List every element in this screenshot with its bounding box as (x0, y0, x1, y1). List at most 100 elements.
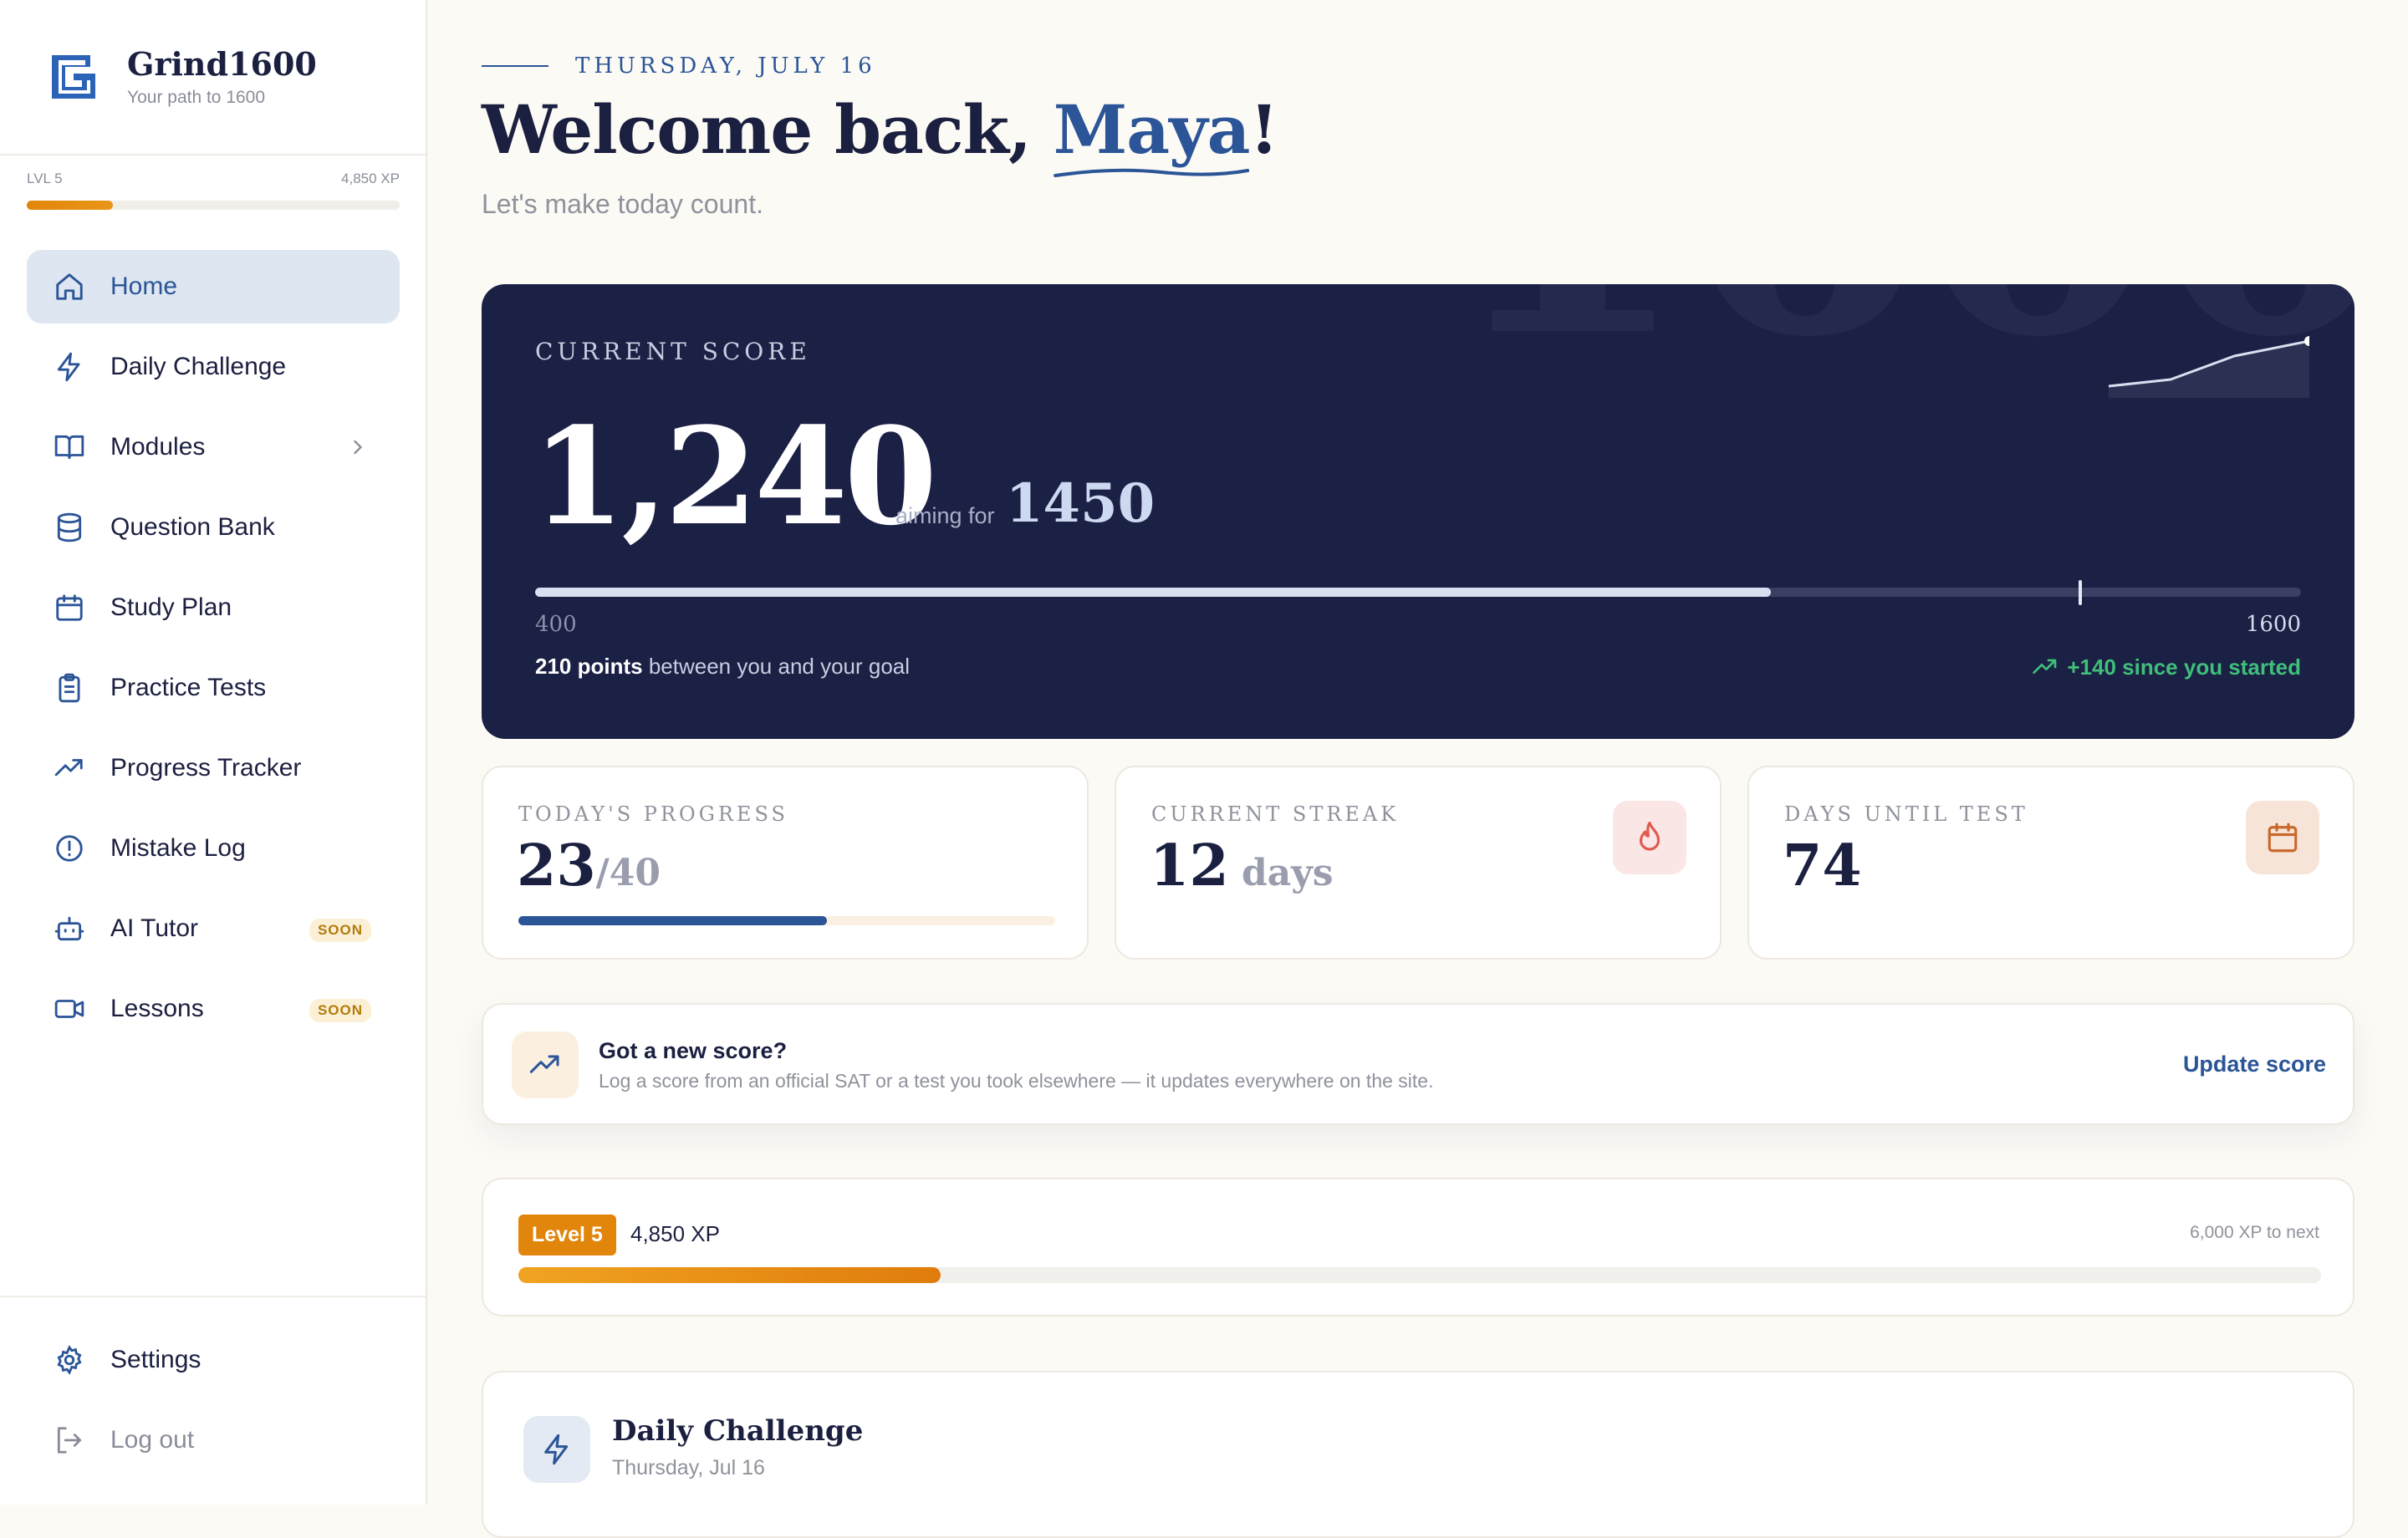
sidebar-item-label: Question Bank (110, 513, 275, 541)
chevron-right-icon[interactable] (346, 435, 370, 459)
todays-progress-card[interactable]: TODAY'S PROGRESS 23/40 (482, 766, 1089, 960)
date-header: THURSDAY, JULY 16 (482, 53, 876, 79)
sidebar-bottom-divider (0, 1296, 426, 1297)
welcome-prefix: Welcome back, (482, 90, 1054, 169)
soon-badge: SOON (309, 999, 371, 1022)
progress-done: 23 (517, 833, 596, 899)
logo-icon (52, 55, 95, 99)
sidebar-item-lessons[interactable]: Lessons SOON (27, 972, 400, 1046)
sidebar-item-label: Study Plan (110, 593, 232, 621)
current-score-card: 1600 CURRENT SCORE 1,240 aiming for 1450… (482, 284, 2354, 739)
video-icon (54, 993, 85, 1025)
sidebar-level-xp: 4,850 XP (341, 171, 400, 186)
daily-challenge-date: Thursday, Jul 16 (612, 1456, 765, 1479)
points-to-goal: 210 points between you and your goal (535, 654, 910, 680)
xp-to-next: 6,000 XP to next (2190, 1223, 2319, 1242)
date-rule (482, 65, 548, 67)
sidebar-item-label: Home (110, 272, 178, 300)
level-badge: Level 5 (518, 1215, 616, 1255)
score-gain: +140 since you started (2032, 654, 2301, 680)
stat-label: TODAY'S PROGRESS (518, 802, 788, 826)
stat-value: 74 (1783, 833, 1862, 899)
sidebar: Grind1600 Your path to 1600 LVL 5 4,850 … (0, 0, 427, 1505)
underline-squiggle-icon (1053, 168, 1250, 177)
sidebar-item-label: Log out (110, 1426, 195, 1454)
score-min: 400 (535, 612, 577, 637)
points-to-goal-value: 210 points (535, 654, 643, 679)
xp-card: Level 5 4,850 XP 6,000 XP to next (482, 1178, 2354, 1316)
update-score-link[interactable]: Update score (2183, 1052, 2326, 1077)
sidebar-item-label: AI Tutor (110, 914, 199, 942)
streak-value: 12 (1150, 833, 1229, 899)
sidebar-item-label: Daily Challenge (110, 353, 287, 380)
calendar-icon (54, 592, 85, 624)
daily-challenge-title: Daily Challenge (612, 1414, 864, 1448)
page-subtitle: Let's make today count. (482, 189, 763, 219)
xp-progress-fill (518, 1267, 941, 1283)
welcome-suffix: ! (1249, 90, 1278, 169)
todays-progress-bar (518, 916, 1055, 925)
sidebar-item-logout[interactable]: Log out (27, 1403, 400, 1477)
days-until-test-card[interactable]: DAYS UNTIL TEST 74 (1747, 766, 2354, 960)
sidebar-nav: Home Daily Challenge Modules Question Ba… (27, 250, 400, 1052)
home-icon (54, 271, 85, 303)
sidebar-item-study-plan[interactable]: Study Plan (27, 571, 400, 644)
goal-marker (2079, 580, 2082, 605)
brand[interactable]: Grind1600 Your path to 1600 (40, 43, 317, 110)
sidebar-level-row: LVL 5 4,850 XP (27, 171, 400, 187)
soon-badge: SOON (309, 919, 371, 942)
score-progress-bar (535, 588, 2301, 597)
score-progress-fill (535, 588, 1772, 597)
clipboard-icon (54, 672, 85, 704)
new-score-description: Log a score from an official SAT or a te… (599, 1070, 1434, 1092)
calendar-icon (2246, 801, 2319, 874)
stat-label: DAYS UNTIL TEST (1784, 802, 2028, 826)
sidebar-bottom-nav: Settings Log out (27, 1323, 400, 1484)
sidebar-item-label: Progress Tracker (110, 754, 302, 782)
sidebar-item-daily-challenge[interactable]: Daily Challenge (27, 330, 400, 404)
points-to-goal-text: between you and your goal (642, 654, 911, 679)
stat-value: 23/40 (517, 833, 661, 899)
sidebar-item-modules[interactable]: Modules (27, 410, 400, 484)
flame-icon (1613, 801, 1686, 874)
current-streak-card[interactable]: CURRENT STREAK 12 days (1115, 766, 1722, 960)
score-gain-text: +140 since you started (2067, 654, 2301, 680)
score-max: 1600 (2245, 612, 2301, 637)
sidebar-item-home[interactable]: Home (27, 250, 400, 323)
stat-label: CURRENT STREAK (1151, 802, 1400, 826)
sidebar-item-label: Mistake Log (110, 834, 246, 862)
brand-name: Grind1600 (127, 45, 317, 83)
gear-icon (54, 1344, 85, 1376)
alert-circle-icon (54, 833, 85, 864)
trending-up-icon (2033, 659, 2057, 674)
brand-tagline: Your path to 1600 (127, 88, 266, 107)
todays-progress-fill (518, 916, 828, 925)
xp-progress-bar (518, 1267, 2321, 1283)
sidebar-item-label: Settings (110, 1346, 202, 1373)
book-icon (54, 431, 85, 463)
sidebar-item-settings[interactable]: Settings (27, 1323, 400, 1397)
score-sparkline (2108, 336, 2309, 398)
daily-challenge-card[interactable]: Daily Challenge Thursday, Jul 16 (482, 1371, 2354, 1538)
score-label: CURRENT SCORE (535, 338, 811, 365)
sidebar-item-practice-tests[interactable]: Practice Tests (27, 651, 400, 725)
user-name-text: Maya (1053, 90, 1251, 169)
robot-icon (54, 913, 85, 945)
sidebar-level-label: LVL 5 (27, 171, 63, 186)
sidebar-item-label: Practice Tests (110, 674, 267, 701)
sidebar-divider (0, 154, 426, 155)
bolt-icon (523, 1416, 590, 1483)
new-score-title: Got a new score? (599, 1038, 788, 1063)
sidebar-item-mistake-log[interactable]: Mistake Log (27, 812, 400, 885)
user-name: Maya (1053, 90, 1251, 177)
streak-unit: days (1228, 852, 1334, 894)
page-title: Welcome back, Maya! (482, 90, 1279, 177)
stat-value: 12 days (1150, 833, 1334, 899)
logout-icon (54, 1424, 85, 1456)
new-score-banner: Got a new score? Log a score from an off… (482, 1003, 2354, 1125)
sidebar-item-progress-tracker[interactable]: Progress Tracker (27, 731, 400, 805)
sidebar-level-progress (27, 201, 400, 210)
goal-score: 1450 (1006, 472, 1156, 535)
sidebar-item-ai-tutor[interactable]: AI Tutor SOON (27, 892, 400, 965)
sidebar-item-question-bank[interactable]: Question Bank (27, 491, 400, 564)
